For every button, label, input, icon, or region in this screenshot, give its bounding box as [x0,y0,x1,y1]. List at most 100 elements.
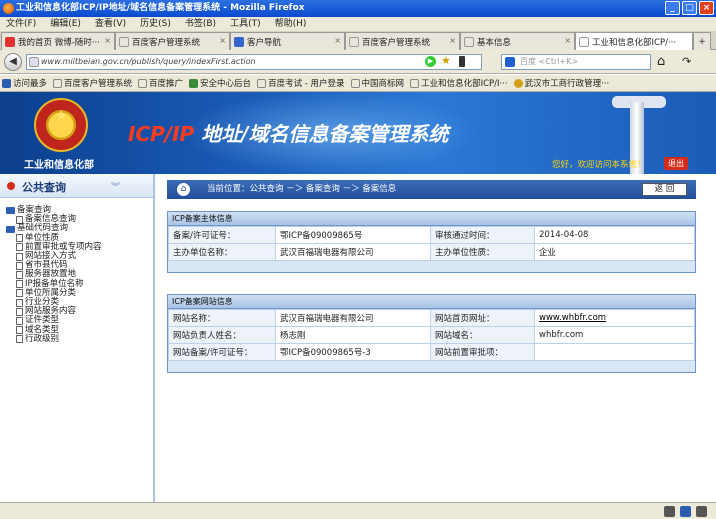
tree-item[interactable]: 行政级别 [6,334,153,344]
system-title: ICP/IP 地址/域名信息备案管理系统 [128,122,449,146]
panel-title: ICP备案网站信息 [168,295,695,309]
page-icon [119,36,129,47]
bookmarks-toolbar: 访问最多 百度客户管理系统 百度推广 安全中心后台 百度考试 - 用户登录 中国… [0,75,716,92]
table-value [534,343,695,361]
home-icon[interactable]: ⌂ [657,54,665,69]
breadcrumb-text: 当前位置：公共查询 －＞ 备案查询 －＞ 备案信息 [207,184,397,194]
folder-icon [2,78,11,88]
maximize-button[interactable]: □ [682,1,697,15]
page-icon [16,298,23,307]
page-icon [579,36,589,47]
bookmark-baidu-crm[interactable]: 百度客户管理系统 [53,77,132,89]
tab-customer-nav[interactable]: 客户导航 × [230,32,345,50]
welcome-text: 您好，欢迎访问本系统！ [552,160,646,170]
window-titlebar: 工业和信息化部ICP/IP地址/域名信息备案管理系统 - Mozilla Fir… [0,0,716,17]
menu-history[interactable]: 历史(S) [140,17,171,31]
tab-close-icon[interactable]: × [104,36,111,45]
page-icon [138,78,148,88]
breadcrumb: ⌂ 当前位置：公共查询 －＞ 备案查询 －＞ 备案信息 返 回 [167,180,696,199]
menu-bookmarks[interactable]: 书签(B) [185,17,216,31]
table-row: 网站名称： 武汉百福瑞电器有限公司 网站首页网址： www.whbfr.com [168,309,695,327]
menu-file[interactable]: 文件(F) [6,17,36,31]
new-tab-button[interactable]: + [693,32,711,50]
table-key: 审核通过时间： [430,226,535,244]
page-icon [464,36,474,47]
tab-bar: 我的首页 微博-随时··· × 百度客户管理系统 × 客户导航 × 百度客户管理系统 ×… [0,31,716,50]
tab-baidu-crm[interactable]: 百度客户管理系统 × [115,32,230,50]
search-input[interactable]: 百度 <Ctrl+K> [501,54,651,70]
page-icon [53,78,63,88]
table-key: 网站名称： [168,309,276,327]
download-icon[interactable] [664,506,675,517]
menu-view[interactable]: 查看(V) [95,17,126,31]
navigation-bar: ◀ www.miitbeian.gov.cn/publish/query/ind… [0,50,716,74]
tab-miit-active[interactable]: 工业和信息化部ICP/··· [575,32,693,50]
menu-edit[interactable]: 编辑(E) [50,17,81,31]
status-bar [0,502,716,519]
sidebar-title: 公共查询 [22,181,66,194]
refresh-icon[interactable]: ↷ [682,55,691,68]
back-button[interactable]: ◀ [4,53,22,71]
tab-baidu-crm-2[interactable]: 百度客户管理系统 × [345,32,460,50]
table-key: 网站前置审批项： [430,343,535,361]
table-value: whbfr.com [534,326,695,344]
bookmark-miit[interactable]: 工业和信息化部ICP/I··· [410,77,508,89]
firefox-icon [3,3,14,14]
table-key: 主办单位性质： [430,243,535,261]
table-key: 网站域名： [430,326,535,344]
page-icon [257,78,267,88]
page-icon [16,335,23,344]
tab-weibo[interactable]: 我的首页 微博-随时··· × [1,32,115,50]
url-input[interactable]: www.miitbeian.gov.cn/publish/query/index… [26,54,482,70]
addon-icon[interactable] [680,506,691,517]
table-value: 武汉百福瑞电器有限公司 [275,309,431,327]
page-icon [349,36,359,47]
page-icon [16,280,23,289]
bookmark-security-center[interactable]: 安全中心后台 [189,77,251,89]
minimize-button[interactable]: _ [665,1,680,15]
site-identity-icon[interactable] [29,57,39,67]
tab-close-icon[interactable]: × [449,36,456,45]
homepage-link[interactable]: www.whbfr.com [539,313,606,323]
table-row: 网站负责人姓名： 杨志刚 网站域名： whbfr.com [168,326,695,344]
baidu-search-icon[interactable] [505,57,515,67]
close-button[interactable]: × [699,1,714,15]
shield-icon [189,78,199,88]
tab-close-icon[interactable]: × [334,36,341,45]
bookmark-most-visited[interactable]: 访问最多 [2,77,47,89]
icp-site-panel: ICP备案网站信息 网站名称： 武汉百福瑞电器有限公司 网站首页网址： www.… [167,294,696,373]
bookmark-star-icon[interactable]: ★ [441,54,451,67]
bookmark-baidu-promo[interactable]: 百度推广 [138,77,183,89]
page-icon [16,317,23,326]
menu-help[interactable]: 帮助(H) [275,17,307,31]
table-row: 主办单位名称： 武汉百福瑞电器有限公司 主办单位性质： 企业 [168,243,695,261]
bookmark-wuhan-aic[interactable]: 武汉市工商行政管理··· [513,77,609,89]
feed-icon[interactable] [459,56,465,67]
tab-close-icon[interactable]: × [564,36,571,45]
tab-basic-info[interactable]: 基本信息 × [460,32,575,50]
logout-button[interactable]: 退出 [664,157,688,170]
back-button[interactable]: 返 回 [642,183,687,196]
icp-subject-table: 备案/许可证号： 鄂ICP备09009865号 审核通过时间： 2014-04-… [168,226,695,261]
table-key: 网站备案/许可证号： [168,343,276,361]
table-value: www.whbfr.com [534,309,695,327]
table-key: 备案/许可证号： [168,226,276,244]
menu-tools[interactable]: 工具(T) [230,17,261,31]
home-icon[interactable]: ⌂ [177,183,190,196]
go-icon[interactable]: ▶ [425,56,436,67]
window-title: 工业和信息化部ICP/IP地址/域名信息备案管理系统 - Mozilla Fir… [16,3,305,13]
ministry-name: 工业和信息化部 [24,160,94,171]
emblem-icon [513,78,523,88]
sidebar-header: 公共查询 ︾ [0,174,153,198]
main-content: ⌂ 当前位置：公共查询 －＞ 备案查询 －＞ 备案信息 返 回 ICP备案主体信… [157,174,716,502]
collapse-icon[interactable]: ︾ [111,180,120,193]
national-emblem-icon: ★ [34,98,88,152]
bullet-icon [7,182,15,190]
bookmark-baidu-exam[interactable]: 百度考试 - 用户登录 [257,77,345,89]
page-icon [16,289,23,298]
table-value: 武汉百福瑞电器有限公司 [275,243,431,261]
bookmark-trademark[interactable]: 中国商标网 [350,77,404,89]
tab-close-icon[interactable]: × [219,36,226,45]
table-value: 2014-04-08 [534,226,695,244]
addon-icon[interactable] [696,506,707,517]
